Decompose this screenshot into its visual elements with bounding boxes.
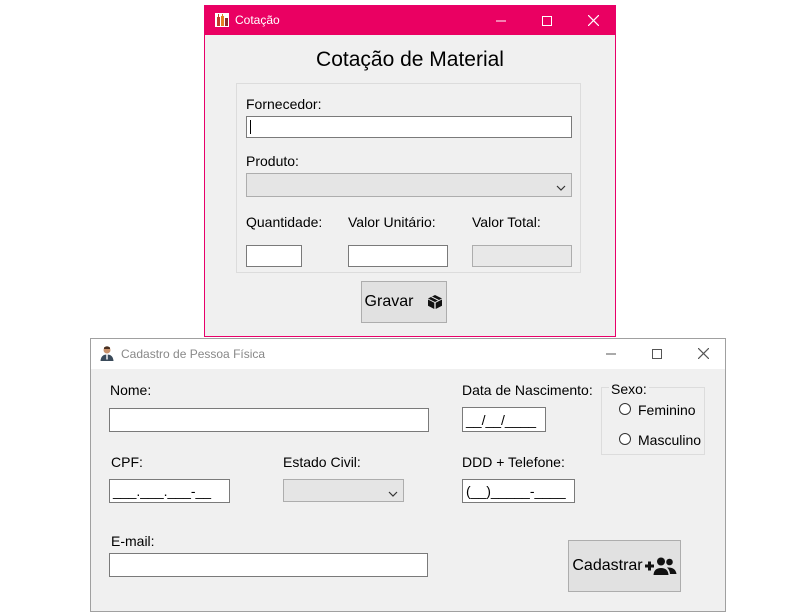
maximize-button[interactable] xyxy=(634,339,680,369)
cpf-input[interactable]: ___.___.___-__ xyxy=(109,479,230,503)
close-button[interactable] xyxy=(570,6,616,35)
valor-total-input xyxy=(472,245,572,267)
gravar-label: Gravar xyxy=(364,293,414,310)
maximize-icon xyxy=(542,13,552,29)
feminino-radio[interactable] xyxy=(619,403,631,415)
minimize-button[interactable] xyxy=(478,6,524,35)
valor-total-label: Valor Total: xyxy=(472,214,541,230)
close-button[interactable] xyxy=(680,339,726,369)
nome-label: Nome: xyxy=(110,382,152,398)
email-label: E-mail: xyxy=(111,533,155,549)
data-nascimento-mask: __/__/____ xyxy=(466,412,537,428)
chevron-down-icon xyxy=(555,180,567,191)
person-icon xyxy=(99,345,115,361)
cpf-mask: ___.___.___-__ xyxy=(113,483,212,499)
cadastrar-label: Cadastrar xyxy=(572,557,643,574)
cadastro-window-title: Cadastro de Pessoa Física xyxy=(121,347,266,361)
feminino-label[interactable]: Feminino xyxy=(638,402,696,418)
produto-select[interactable] xyxy=(246,173,572,197)
chevron-down-icon xyxy=(387,486,399,497)
data-nascimento-label: Data de Nascimento: xyxy=(462,382,593,398)
cadastro-titlebar[interactable]: Cadastro de Pessoa Física xyxy=(91,339,725,369)
bottles-icon xyxy=(214,12,230,28)
gravar-button[interactable]: Gravar xyxy=(361,281,447,323)
minimize-button[interactable] xyxy=(588,339,634,369)
cadastro-window: Cadastro de Pessoa Física Nome: Data de … xyxy=(90,338,726,612)
minimize-icon xyxy=(606,346,616,362)
email-input[interactable] xyxy=(109,553,428,577)
telefone-mask: (__)_____-____ xyxy=(466,483,566,499)
estado-civil-select[interactable] xyxy=(283,479,404,502)
minimize-icon xyxy=(496,13,506,29)
masculino-radio[interactable] xyxy=(619,433,631,445)
add-user-icon xyxy=(644,556,677,576)
box-icon xyxy=(427,294,443,310)
cotacao-window-title: Cotação xyxy=(235,13,280,27)
cpf-label: CPF: xyxy=(111,454,143,470)
cotacao-window: Cotação Cotação de Material Fornecedor: … xyxy=(204,5,616,337)
maximize-button[interactable] xyxy=(524,6,570,35)
text-caret xyxy=(250,120,251,134)
page-title: Cotação de Material xyxy=(316,48,504,71)
ddd-telefone-label: DDD + Telefone: xyxy=(462,454,565,470)
maximize-icon xyxy=(652,346,662,362)
cotacao-titlebar[interactable]: Cotação xyxy=(205,6,615,35)
masculino-label[interactable]: Masculino xyxy=(638,432,701,448)
telefone-input[interactable]: (__)_____-____ xyxy=(462,479,575,503)
quantidade-input[interactable] xyxy=(246,245,302,267)
valor-unitario-input[interactable] xyxy=(348,245,448,267)
estado-civil-label: Estado Civil: xyxy=(283,454,361,470)
produto-label: Produto: xyxy=(246,153,299,169)
sexo-label: Sexo: xyxy=(609,381,649,397)
fornecedor-input[interactable] xyxy=(246,116,572,138)
cadastrar-button[interactable]: Cadastrar xyxy=(568,540,681,592)
quantidade-label: Quantidade: xyxy=(246,214,323,230)
fornecedor-label: Fornecedor: xyxy=(246,96,322,112)
close-icon xyxy=(697,346,709,362)
data-nascimento-input[interactable]: __/__/____ xyxy=(462,407,546,432)
nome-input[interactable] xyxy=(109,408,429,432)
valor-unitario-label: Valor Unitário: xyxy=(348,214,436,230)
close-icon xyxy=(587,13,599,29)
